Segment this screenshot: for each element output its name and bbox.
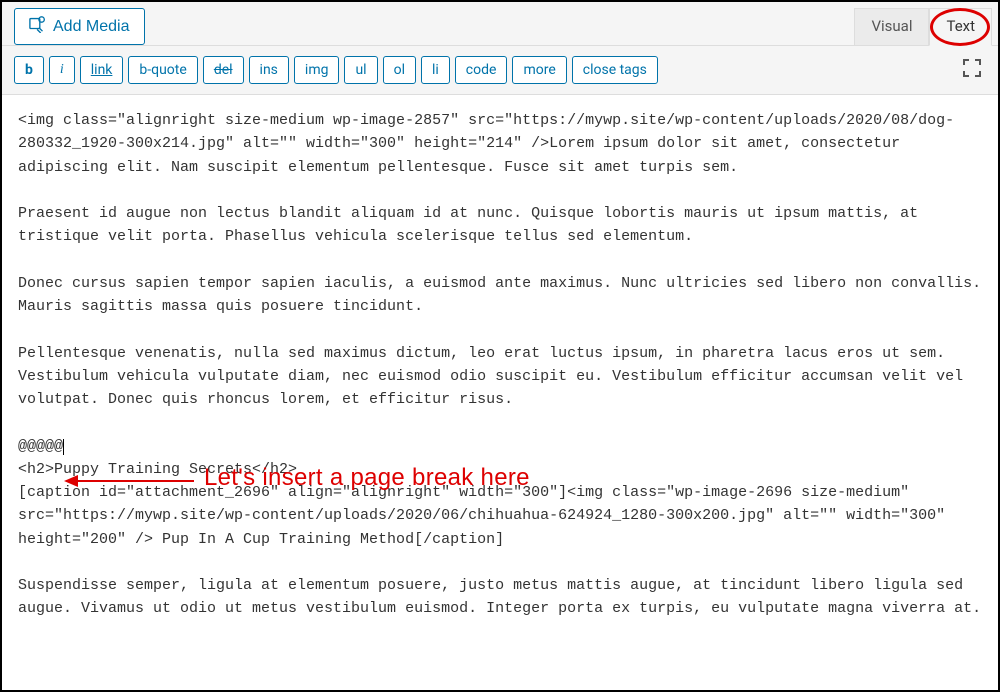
editor-paragraph: Pellentesque venenatis, nulla sed maximu… (18, 345, 972, 409)
editor-paragraph: [caption id="attachment_2696" align="ali… (18, 484, 954, 548)
editor-marker: @@@@@ (18, 438, 63, 455)
qt-link-button[interactable]: link (80, 56, 124, 84)
qt-ol-button[interactable]: ol (383, 56, 416, 84)
editor-paragraph: Suspendisse semper, ligula at elementum … (18, 577, 981, 617)
qt-img-button[interactable]: img (294, 56, 340, 84)
media-icon (29, 15, 47, 38)
qt-bquote-button[interactable]: b-quote (128, 56, 197, 84)
tab-visual[interactable]: Visual (854, 8, 929, 45)
fullscreen-icon[interactable] (958, 54, 986, 86)
text-editor-content[interactable]: <img class="alignright size-medium wp-im… (2, 95, 998, 635)
text-cursor (63, 439, 64, 455)
qt-code-button[interactable]: code (455, 56, 508, 84)
editor-paragraph: Praesent id augue non lectus blandit ali… (18, 205, 927, 245)
add-media-label: Add Media (53, 18, 130, 36)
tab-text[interactable]: Text (929, 8, 992, 46)
qt-bold-button[interactable]: b (14, 56, 44, 84)
qt-del-button[interactable]: del (203, 56, 244, 84)
qt-italic-button[interactable]: i (49, 56, 75, 84)
editor-paragraph: <h2>Puppy Training Secrets</h2> (18, 461, 297, 478)
qt-close-button[interactable]: close tags (572, 56, 658, 84)
editor-paragraph: Donec cursus sapien tempor sapien iaculi… (18, 275, 990, 315)
qt-ul-button[interactable]: ul (344, 56, 377, 84)
qt-more-button[interactable]: more (512, 56, 566, 84)
editor-paragraph: <img class="alignright size-medium wp-im… (18, 112, 954, 176)
qt-ins-button[interactable]: ins (249, 56, 289, 84)
quicktags-toolbar: b i link b-quote del ins img ul ol li co… (2, 46, 998, 95)
add-media-button[interactable]: Add Media (14, 8, 145, 45)
qt-li-button[interactable]: li (421, 56, 450, 84)
editor-media-toolbar: Add Media Visual Text (2, 2, 998, 46)
quicktags-buttons: b i link b-quote del ins img ul ol li co… (14, 56, 658, 84)
editor-tabs: Visual Text (854, 8, 992, 45)
